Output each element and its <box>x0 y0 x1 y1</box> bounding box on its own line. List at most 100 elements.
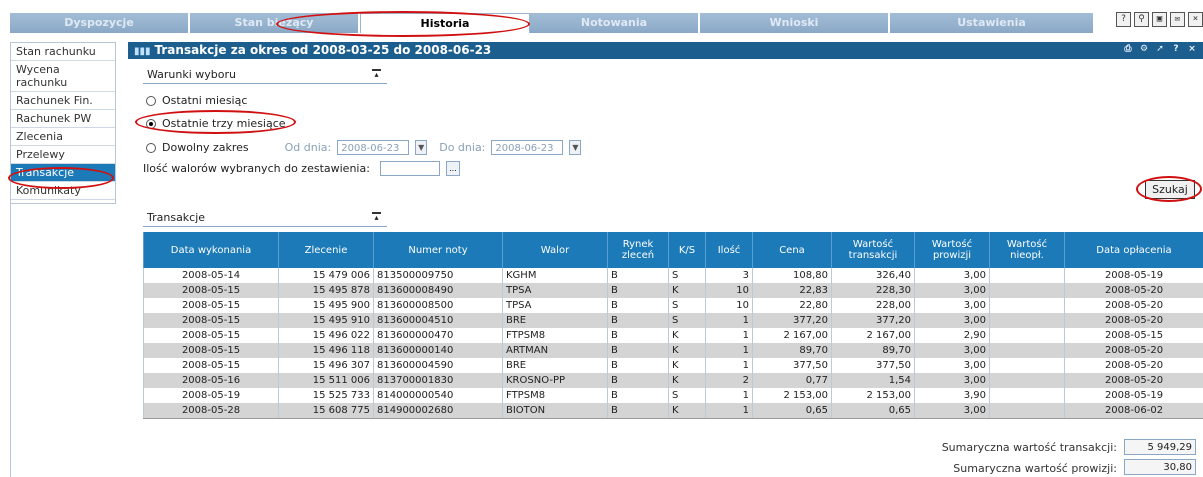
search-icon[interactable]: ⚲ <box>1134 12 1149 27</box>
market-cell: B <box>607 328 669 343</box>
from-date-label: Od dnia: <box>284 141 332 154</box>
table-row[interactable]: 2008-05-16 15 511 006 813700001830 KROSNO-P… <box>143 373 1203 388</box>
table-row[interactable]: 2008-05-14 15 479 006 813500009750 KGHM B S 3 1… <box>143 268 1203 283</box>
price-cell: 377,20 <box>752 313 832 328</box>
sidebar-item-przelewy[interactable]: Przelewy <box>11 146 115 164</box>
radio-custom-range-label: Dowolny zakres <box>162 141 249 154</box>
note-cell: 813600000470 <box>373 328 503 343</box>
radio-last-month[interactable]: Ostatni miesiąc <box>146 94 247 107</box>
collapse-icon[interactable]: ▴ <box>372 69 381 80</box>
unpaid-cell <box>989 298 1065 313</box>
table-row[interactable]: 2008-05-15 15 496 307 813600004590 BRE B K 1 37… <box>143 358 1203 373</box>
calendar-icon[interactable]: ▼ <box>415 140 428 155</box>
column-header[interactable]: Zlecenie <box>278 232 374 268</box>
top-icons: ? ⚲ ▣ ✉ × <box>1116 12 1203 27</box>
date-cell: 2008-05-15 <box>143 328 279 343</box>
mail-icon[interactable]: ✉ <box>1170 12 1185 27</box>
commission-cell: 3,00 <box>914 313 990 328</box>
column-header[interactable]: Cena <box>752 232 832 268</box>
column-header[interactable]: Data wykonania <box>143 232 279 268</box>
sidebar-item-stan-rachunku[interactable]: Stan rachunku <box>11 43 115 61</box>
security-cell: KGHM <box>502 268 608 283</box>
settings-icon[interactable]: ⚙ <box>1137 42 1151 57</box>
panel-titlebar: ▮▮▮ Transakcje za okres od 2008-03-25 do … <box>128 42 1203 59</box>
market-cell: B <box>607 268 669 283</box>
table-row[interactable]: 2008-05-15 15 496 118 813600000140 ARTMAN B K… <box>143 343 1203 358</box>
radio-custom-range[interactable]: Dowolny zakres Od dnia: 2008-06-23 ▼ Do d… <box>146 140 582 155</box>
date-cell: 2008-05-15 <box>143 298 279 313</box>
sidebar-item-komunikaty[interactable]: Komunikaty <box>11 182 115 200</box>
help-icon[interactable]: ? <box>1116 12 1131 27</box>
paid-date-cell: 2008-05-20 <box>1064 313 1203 328</box>
sidebar-item-transakcje[interactable]: Transakcje <box>11 164 115 182</box>
print-icon[interactable]: ⎙ <box>1121 42 1135 57</box>
note-cell: 813600000140 <box>373 343 503 358</box>
calendar-icon[interactable]: ▼ <box>569 140 582 155</box>
column-header[interactable]: Ilość <box>705 232 753 268</box>
tab-dyspozycje[interactable]: Dyspozycje <box>10 13 190 33</box>
side-cell: S <box>668 268 706 283</box>
criteria-header[interactable]: Warunki wyboru ▴ <box>143 66 387 84</box>
tab-wnioski[interactable]: Wnioski <box>700 13 890 33</box>
market-cell: B <box>607 313 669 328</box>
side-cell: S <box>668 313 706 328</box>
lock-icon[interactable]: ▣ <box>1152 12 1167 27</box>
table-row[interactable]: 2008-05-15 15 495 910 813600004510 BRE B S 1 37… <box>143 313 1203 328</box>
market-cell: B <box>607 403 669 419</box>
note-cell: 814900002680 <box>373 403 503 419</box>
collapse-icon[interactable]: ▴ <box>372 212 381 223</box>
count-input[interactable] <box>379 161 440 176</box>
table-row[interactable]: 2008-05-15 15 495 900 813600008500 TPSA B S 10… <box>143 298 1203 313</box>
radio-last-month-dot[interactable] <box>146 95 156 106</box>
order-cell: 15 525 733 <box>278 388 374 403</box>
tab-stan-biezacy[interactable]: Stan bieżący <box>190 13 360 33</box>
column-header[interactable]: Rynek zleceń <box>607 232 669 268</box>
radio-last-three-months[interactable]: Ostatnie trzy miesiące <box>146 117 286 130</box>
to-date-input[interactable]: 2008-06-23 <box>491 140 564 155</box>
order-cell: 15 511 006 <box>278 373 374 388</box>
price-cell: 377,50 <box>752 358 832 373</box>
close-icon[interactable]: × <box>1188 12 1203 27</box>
transactions-header[interactable]: Transakcje ▴ <box>143 209 387 227</box>
column-header[interactable]: Numer noty <box>373 232 503 268</box>
paid-date-cell: 2008-05-20 <box>1064 283 1203 298</box>
column-header[interactable]: Wartość transakcji <box>831 232 915 268</box>
column-header[interactable]: Walor <box>502 232 608 268</box>
sidebar-item-zlecenia[interactable]: Zlecenia <box>11 128 115 146</box>
table-row[interactable]: 2008-05-28 15 608 775 814900002680 BIOTON B K… <box>143 403 1203 419</box>
note-cell: 813600008490 <box>373 283 503 298</box>
sidebar-item-rachunek-pw[interactable]: Rachunek PW <box>11 110 115 128</box>
order-cell: 15 608 775 <box>278 403 374 419</box>
column-header[interactable]: Data opłacenia <box>1064 232 1203 268</box>
from-date-input[interactable]: 2008-06-23 <box>337 140 410 155</box>
search-button[interactable]: Szukaj <box>1145 180 1195 199</box>
help-icon[interactable]: ? <box>1169 42 1183 57</box>
table-row[interactable]: 2008-05-15 15 495 878 813600008490 TPSA B K 10… <box>143 283 1203 298</box>
main-tabs: Dyspozycje Stan bieżący Historia Notowan… <box>10 13 1100 33</box>
radio-last-three-months-dot[interactable] <box>146 118 156 129</box>
table-row[interactable]: 2008-05-15 15 496 022 813600000470 FTPSM8 B K… <box>143 328 1203 343</box>
column-header[interactable]: Wartość prowizji <box>914 232 990 268</box>
side-cell: S <box>668 298 706 313</box>
market-cell: B <box>607 283 669 298</box>
unpaid-cell <box>989 283 1065 298</box>
close-icon[interactable]: × <box>1185 42 1199 57</box>
sidebar-item-wycena-rachunku[interactable]: Wycena rachunku <box>11 61 115 92</box>
pin-icon[interactable]: ➚ <box>1153 42 1167 57</box>
order-cell: 15 495 878 <box>278 283 374 298</box>
radio-last-month-label: Ostatni miesiąc <box>162 94 248 107</box>
tab-historia[interactable]: Historia <box>360 13 530 33</box>
market-cell: B <box>607 298 669 313</box>
value-cell: 0,65 <box>831 403 915 419</box>
tab-ustawienia[interactable]: Ustawienia <box>890 13 1095 33</box>
tab-notowania[interactable]: Notowania <box>530 13 700 33</box>
unpaid-cell <box>989 373 1065 388</box>
column-header[interactable]: Wartość nieopł. <box>989 232 1065 268</box>
side-cell: K <box>668 403 706 419</box>
column-header[interactable]: K/S <box>668 232 706 268</box>
sidebar-item-rachunek-fin[interactable]: Rachunek Fin. <box>11 92 115 110</box>
table-row[interactable]: 2008-05-19 15 525 733 814000000540 FTPSM8 B S… <box>143 388 1203 403</box>
radio-custom-range-dot[interactable] <box>146 142 156 153</box>
unpaid-cell <box>989 268 1065 283</box>
browse-button[interactable]: ... <box>445 161 460 176</box>
